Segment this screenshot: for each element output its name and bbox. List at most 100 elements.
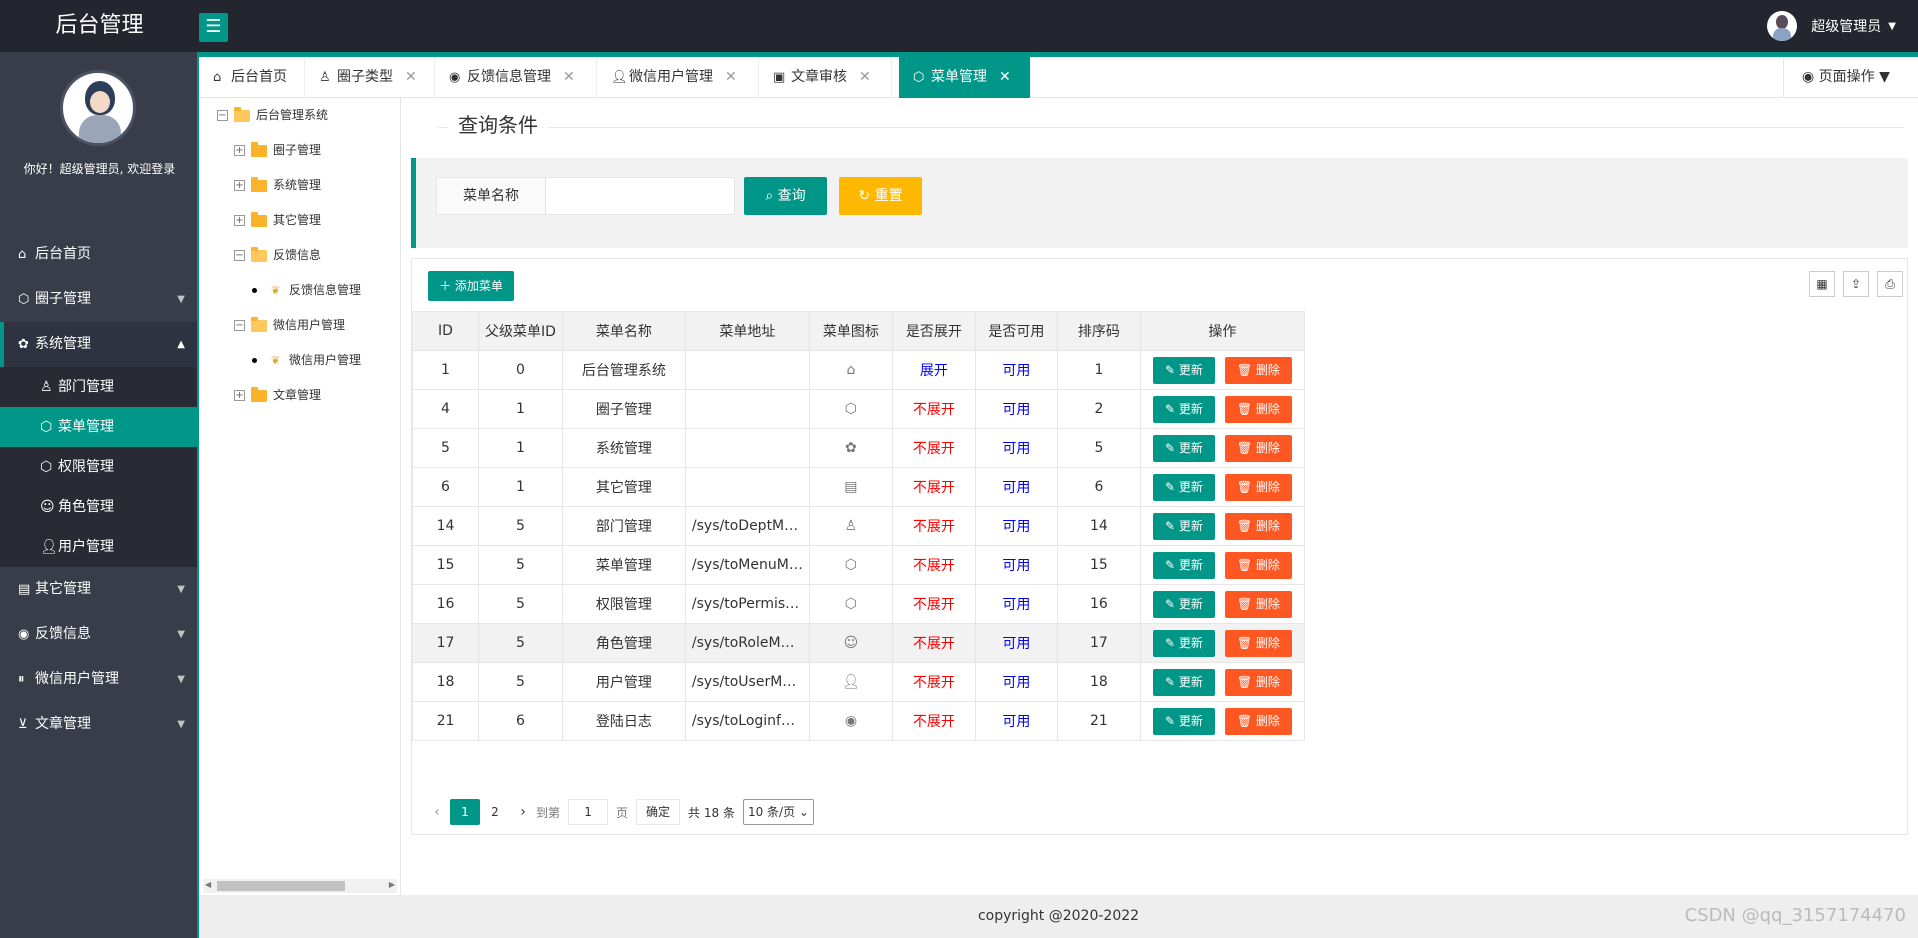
delete-button[interactable]: 🗑︎ 删除 xyxy=(1224,473,1292,501)
goto-page-input[interactable]: 1 xyxy=(568,799,609,825)
tree-node[interactable]: + 文章管理 xyxy=(234,385,321,405)
sidebar-item-article[interactable]: ⊻ 文章管理 ▼ xyxy=(0,702,197,747)
tree-node-leaf[interactable]: ❦ 反馈信息管理 xyxy=(252,280,361,300)
scroll-right-icon[interactable]: ▶ xyxy=(389,880,395,889)
horizontal-scrollbar[interactable]: ◀ ▶ xyxy=(203,879,397,893)
sidebar-item-home[interactable]: ⌂ 后台首页 xyxy=(0,232,197,277)
per-page-select[interactable]: 10 条/页 ⌄ xyxy=(742,799,814,825)
table-row[interactable]: 15 5 菜单管理/sys/toMenuMan... ⬡ 不展开 可用 15 ✎ 更新 🗑︎ 删… xyxy=(412,545,1305,585)
scroll-thumb[interactable] xyxy=(217,881,345,891)
table-row[interactable]: 5 1 系统管理 ✿ 不展开 可用 5 ✎ 更新 🗑︎ 删除 xyxy=(412,428,1305,468)
sidebar-item-permission[interactable]: ⬡ 权限管理 xyxy=(0,447,197,487)
edit-button[interactable]: ✎ 更新 xyxy=(1152,668,1215,696)
close-icon[interactable]: ✕ xyxy=(725,57,737,98)
tree-node[interactable]: − 反馈信息 xyxy=(234,245,321,265)
tree-node[interactable]: + 系统管理 xyxy=(234,175,321,195)
sidebar-item-menu[interactable]: ⬡ 菜单管理 xyxy=(0,407,197,447)
table-row[interactable]: 145部门管理/sys/toDeptMana...♙不展开可用14✎ 更新🗑︎ … xyxy=(412,506,1305,546)
columns-filter-icon[interactable]: ▦ xyxy=(1809,271,1835,297)
sidebar-item-circle[interactable]: ⬡ 圈子管理 ▼ xyxy=(0,277,197,322)
goto-confirm-button[interactable]: 确定 xyxy=(636,799,681,825)
sidebar-item-system[interactable]: ✿ 系统管理 ▲ xyxy=(0,322,197,367)
delete-button[interactable]: 🗑︎ 删除 xyxy=(1224,395,1292,423)
scroll-left-icon[interactable]: ◀ xyxy=(205,880,211,889)
table-row[interactable]: 4 1 圈子管理 ⬡ 不展开 可用 2 ✎ 更新 🗑︎ 删除 xyxy=(412,389,1305,429)
tab-wechat-user[interactable]: 👤︎微信用户管理 ✕ xyxy=(597,57,759,98)
edit-button[interactable]: ✎ 更新 xyxy=(1152,356,1215,384)
delete-button[interactable]: 🗑︎ 删除 xyxy=(1224,707,1292,735)
tab-home[interactable]: ⌂ 后台首页 xyxy=(199,57,305,98)
hamburger-icon[interactable]: ☰ xyxy=(199,13,228,42)
delete-button[interactable]: 🗑︎ 删除 xyxy=(1224,356,1292,384)
sidebar-item-user[interactable]: 👤︎用户管理 xyxy=(0,527,197,567)
edit-button[interactable]: ✎ 更新 xyxy=(1152,512,1215,540)
collapse-icon[interactable]: − xyxy=(234,250,245,261)
next-page-icon[interactable]: › xyxy=(510,804,536,820)
expand-icon[interactable]: + xyxy=(234,390,245,401)
close-icon[interactable]: ✕ xyxy=(563,57,575,98)
tree-node-leaf[interactable]: ❦ 微信用户管理 xyxy=(252,350,361,370)
delete-button[interactable]: 🗑︎ 删除 xyxy=(1224,629,1292,657)
col-spread[interactable]: 是否展开 xyxy=(891,311,976,351)
tree-node[interactable]: − 微信用户管理 xyxy=(234,315,345,335)
col-name[interactable]: 菜单名称 xyxy=(561,311,686,351)
tree-node-root[interactable]: − 后台管理系统 xyxy=(217,105,328,125)
export-icon[interactable]: ⇪ xyxy=(1843,271,1869,297)
expand-icon[interactable]: + xyxy=(234,215,245,226)
col-url[interactable]: 菜单地址 xyxy=(684,311,810,351)
col-available[interactable]: 是否可用 xyxy=(974,311,1058,351)
close-icon[interactable]: ✕ xyxy=(859,57,871,98)
table-row[interactable]: 1 0 后台管理系统 ⌂ 展开 可用 1 ✎ 更新 🗑︎ 删除 xyxy=(412,350,1305,390)
delete-button[interactable]: 🗑︎ 删除 xyxy=(1224,590,1292,618)
edit-button[interactable]: ✎ 更新 xyxy=(1152,551,1215,579)
col-sort[interactable]: 排序码 xyxy=(1056,311,1141,351)
page-2[interactable]: 2 xyxy=(480,799,510,825)
close-icon[interactable]: ✕ xyxy=(999,57,1011,98)
tab-menu-manage[interactable]: ⬡ 菜单管理 ✕ xyxy=(899,57,1031,98)
add-menu-button[interactable]: ＋ 添加菜单 xyxy=(428,271,514,301)
menu-name-input[interactable] xyxy=(545,177,735,215)
edit-button[interactable]: ✎ 更新 xyxy=(1152,395,1215,423)
sidebar-item-dept[interactable]: ♙ 部门管理 xyxy=(0,367,197,407)
user-menu[interactable]: 超级管理员 ▼ xyxy=(1767,11,1896,41)
collapse-icon[interactable]: − xyxy=(234,320,245,331)
delete-button[interactable]: 🗑︎ 删除 xyxy=(1224,434,1292,462)
col-parent-id[interactable]: 父级菜单ID xyxy=(478,311,563,351)
table-row[interactable]: 17 5 角色管理/sys/toRoleMana... ☺ 不展开 可用 17 ✎ 更新 🗑︎ … xyxy=(412,623,1305,663)
collapse-icon[interactable]: − xyxy=(217,110,228,121)
page-1[interactable]: 1 xyxy=(450,799,480,825)
edit-button[interactable]: ✎ 更新 xyxy=(1152,629,1215,657)
col-actions[interactable]: 操作 xyxy=(1139,311,1305,351)
tree-node[interactable]: + 其它管理 xyxy=(234,210,321,230)
col-icon[interactable]: 菜单图标 xyxy=(808,311,893,351)
tab-article-review[interactable]: ▣ 文章审核 ✕ xyxy=(759,57,892,98)
expand-icon[interactable]: + xyxy=(234,180,245,191)
table-row[interactable]: 16 5 权限管理/sys/toPermissio... ⬡ 不展开 可用 16 ✎ 更新 🗑︎… xyxy=(412,584,1305,624)
delete-button[interactable]: 🗑︎ 删除 xyxy=(1224,668,1292,696)
sidebar-item-feedback[interactable]: ◉ 反馈信息 ▼ xyxy=(0,612,197,657)
delete-button[interactable]: 🗑︎ 删除 xyxy=(1224,551,1292,579)
table-row[interactable]: 216登陆日志/sys/toLoginfoMa...◉不展开可用21✎ 更新🗑︎… xyxy=(412,701,1305,741)
expand-icon[interactable]: + xyxy=(234,145,245,156)
edit-button[interactable]: ✎ 更新 xyxy=(1152,590,1215,618)
table-row[interactable]: 18 5 用户管理/sys/toUserMana... 👤︎ 不展开 可用 18 ✎ 更新 🗑︎… xyxy=(412,662,1305,702)
sidebar-item-other[interactable]: ▤ 其它管理 ▼ xyxy=(0,567,197,612)
table-row[interactable]: 6 1 其它管理 ▤ 不展开 可用 6 ✎ 更新 🗑︎ 删除 xyxy=(412,467,1305,507)
delete-button[interactable]: 🗑︎ 删除 xyxy=(1224,512,1292,540)
prev-page-icon[interactable]: ‹ xyxy=(424,804,450,820)
page-operation-menu[interactable]: ◉ 页面操作 ▼ xyxy=(1783,57,1918,98)
tab-feedback[interactable]: ◉ 反馈信息管理 ✕ xyxy=(435,57,597,98)
edit-button[interactable]: ✎ 更新 xyxy=(1152,473,1215,501)
tree-node[interactable]: + 圈子管理 xyxy=(234,140,321,160)
tab-circle-type[interactable]: ♙ 圈子类型 ✕ xyxy=(305,57,435,98)
reset-button[interactable]: ↻ 重置 xyxy=(839,177,922,215)
print-icon[interactable]: ⎙ xyxy=(1877,271,1903,297)
close-icon[interactable]: ✕ xyxy=(405,57,417,98)
sidebar-item-role[interactable]: ☺ 角色管理 xyxy=(0,487,197,527)
cell-parent-id: 5 xyxy=(478,584,563,624)
edit-button[interactable]: ✎ 更新 xyxy=(1152,707,1215,735)
search-button[interactable]: ⌕ 查询 xyxy=(744,177,827,215)
col-id[interactable]: ID xyxy=(412,311,479,351)
sidebar-item-wechat[interactable]: ⏸︎ 微信用户管理 ▼ xyxy=(0,657,197,702)
edit-button[interactable]: ✎ 更新 xyxy=(1152,434,1215,462)
